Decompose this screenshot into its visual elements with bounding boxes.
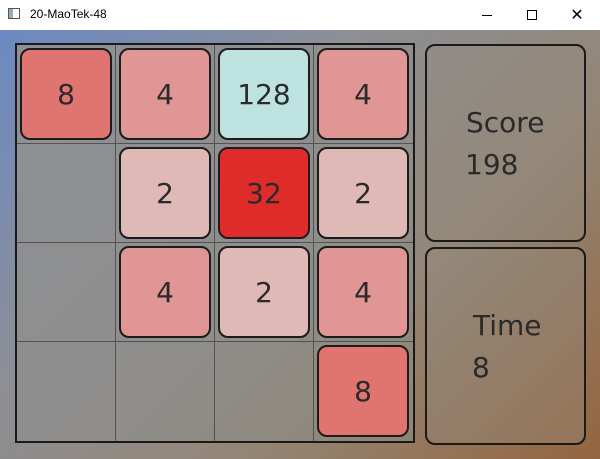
tile: 4	[317, 48, 409, 140]
time-panel: Time 8	[425, 247, 586, 445]
window-title: 20-MaoTek-48	[30, 7, 107, 21]
tile: 2	[119, 147, 211, 239]
maximize-button[interactable]	[509, 0, 555, 30]
minimize-icon	[482, 14, 492, 16]
tile: 8	[317, 345, 409, 437]
grid-line	[17, 341, 413, 342]
time-label: Time	[473, 309, 542, 342]
game-area: 8 4 128 4 2 32 2 4 2 4 8 Score 198 Time …	[0, 30, 600, 459]
tile: 2	[218, 246, 310, 338]
tile: 4	[119, 246, 211, 338]
title-bar: 20-MaoTek-48 ✕	[0, 0, 600, 30]
minimize-button[interactable]	[464, 0, 510, 30]
score-label: Score	[466, 106, 545, 139]
score-panel: Score 198	[425, 44, 586, 242]
tile: 128	[218, 48, 310, 140]
grid-line	[17, 242, 413, 243]
maximize-icon	[527, 10, 537, 20]
tile: 32	[218, 147, 310, 239]
score-value: 198	[465, 148, 519, 181]
grid-line	[313, 45, 314, 441]
close-button[interactable]: ✕	[554, 0, 600, 30]
game-board[interactable]: 8 4 128 4 2 32 2 4 2 4 8	[15, 43, 415, 443]
grid-line	[214, 45, 215, 441]
time-value: 8	[472, 351, 490, 384]
grid-line	[17, 143, 413, 144]
tile: 4	[317, 246, 409, 338]
close-icon: ✕	[570, 5, 584, 24]
tile: 4	[119, 48, 211, 140]
app-icon	[8, 8, 20, 19]
tile: 2	[317, 147, 409, 239]
tile: 8	[20, 48, 112, 140]
grid-line	[115, 45, 116, 441]
